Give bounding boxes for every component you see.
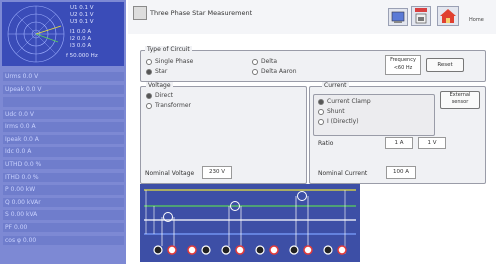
measurement-row: PF 0.00	[3, 222, 124, 233]
measurement-row: Idc 0.0 A	[3, 147, 124, 157]
current-legend: Current	[322, 82, 349, 89]
wiring-diagram	[140, 184, 360, 262]
measurement-sidebar: U1 0.1 V U2 0.1 V U3 0.1 V I1 0.0 A I2 0…	[0, 0, 126, 264]
terminal-icon	[323, 245, 333, 255]
terminal-icon	[269, 245, 279, 255]
measurement-row: UTHD 0.0 %	[3, 160, 124, 170]
nominal-voltage-label: Nominal Voltage	[145, 170, 195, 177]
measurement-row: ITHD 0.0 %	[3, 172, 124, 183]
radio-icon	[146, 58, 152, 65]
measurement-row: Q 0.00 kVAr	[3, 197, 124, 208]
phasor-line: I3 0.0 A	[70, 43, 92, 49]
phasor-diagram	[7, 5, 65, 63]
measurement-row: Upeak 0.0 V	[3, 84, 124, 94]
radio-icon	[318, 98, 324, 105]
nominal-current-label: Nominal Current	[318, 170, 368, 177]
phasor-display: U1 0.1 V U2 0.1 V U3 0.1 V I1 0.0 A I2 0…	[2, 2, 124, 66]
radio-icon	[146, 92, 152, 99]
measurement-row	[3, 97, 124, 107]
radio-icon	[318, 118, 324, 125]
current-clamp-radio[interactable]: Current Clamp	[318, 98, 371, 105]
wiring-svg	[144, 189, 356, 255]
reset-button[interactable]: Reset	[426, 58, 464, 72]
save-icon	[415, 8, 427, 24]
type-of-circuit-legend: Type of Circuit	[145, 46, 192, 53]
voltage-direct-radio[interactable]: Direct	[146, 92, 173, 99]
measurement-row: P 0.00 kW	[3, 185, 124, 195]
voltage-transformer-radio[interactable]: Transformer	[146, 102, 191, 109]
voltage-legend: Voltage	[146, 82, 173, 89]
phasor-line: U2 0.1 V	[70, 12, 94, 18]
frequency-field[interactable]: Frequency <60 Hz	[385, 55, 421, 75]
terminal-icon	[337, 245, 347, 255]
terminal-icon	[235, 245, 245, 255]
terminal-icon	[153, 245, 163, 255]
report-button[interactable]	[388, 8, 408, 26]
radio-icon	[146, 102, 152, 109]
nominal-current-input[interactable]: 100 A	[386, 166, 416, 179]
home-label: Home	[469, 17, 484, 23]
measurement-row: cos φ 0.00	[3, 235, 124, 245]
radio-icon	[146, 68, 152, 75]
measurement-row: Urms 0.0 V	[3, 72, 124, 82]
app-icon	[133, 6, 147, 20]
nominal-voltage-input[interactable]: 230 V	[202, 166, 232, 179]
current-direct-radio[interactable]: I (Directly)	[318, 118, 359, 125]
terminal-icon	[303, 245, 313, 255]
phasor-line: U3 0.1 V	[70, 19, 94, 25]
radio-icon	[252, 68, 258, 75]
phasor-line: I1 0.0 A	[70, 29, 92, 35]
home-icon	[440, 9, 456, 23]
terminal-icon	[201, 245, 211, 255]
measurement-row: Udc 0.0 V	[3, 109, 124, 120]
radio-icon	[318, 108, 324, 115]
home-button[interactable]	[437, 6, 459, 26]
terminal-icon	[187, 245, 197, 255]
ratio-label: Ratio	[318, 140, 334, 147]
measurement-list: Urms 0.0 V Upeak 0.0 V Udc 0.0 V Irms 0.…	[3, 72, 124, 248]
terminal-icon	[167, 245, 177, 255]
report-icon	[391, 11, 405, 23]
page-title: Three Phase Star Measurement	[150, 9, 253, 17]
measurement-row: S 0.00 kVA	[3, 210, 124, 220]
measurement-row: Irms 0.0 A	[3, 122, 124, 132]
phasor-line: I2 0.0 A	[70, 36, 92, 42]
circuit-delta-aaron-radio[interactable]: Delta Aaron	[252, 68, 297, 75]
terminal-icon	[255, 245, 265, 255]
measurement-row: Ipeak 0.0 A	[3, 134, 124, 145]
circuit-delta-radio[interactable]: Delta	[252, 58, 277, 65]
save-button[interactable]	[411, 6, 431, 26]
terminal-row	[153, 245, 347, 255]
clamp-3-icon	[297, 191, 307, 201]
frequency-readout: f 50.000 Hz	[66, 53, 98, 59]
terminal-icon	[289, 245, 299, 255]
ratio-current-input[interactable]: 1 A	[385, 137, 413, 149]
terminal-icon	[221, 245, 231, 255]
current-shunt-radio[interactable]: Shunt	[318, 108, 345, 115]
ratio-voltage-input[interactable]: 1 V	[418, 137, 446, 149]
radio-icon	[252, 58, 258, 65]
phasor-line: U1 0.1 V	[70, 5, 94, 11]
external-sensor-button[interactable]: External sensor	[440, 91, 480, 109]
circuit-star-radio[interactable]: Star	[146, 68, 167, 75]
circuit-single-phase-radio[interactable]: Single Phase	[146, 58, 193, 65]
